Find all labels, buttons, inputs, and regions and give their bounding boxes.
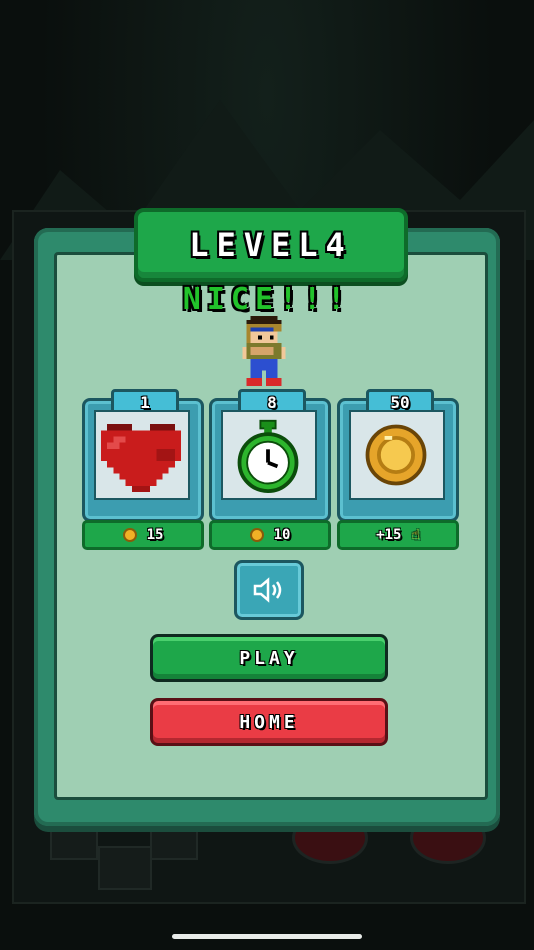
sound-toggle-button[interactable] xyxy=(234,560,304,620)
heart-icon xyxy=(101,424,181,492)
reward-card-stopwatch[interactable]: 8 xyxy=(209,389,331,522)
price-value: 10 xyxy=(273,527,291,543)
coin-icon xyxy=(249,528,264,542)
coin-icon xyxy=(365,424,427,486)
result-text: NICE!!! xyxy=(182,282,352,317)
dpad-left xyxy=(50,820,98,860)
dpad-down xyxy=(98,846,152,890)
play-button[interactable]: PLAY xyxy=(150,634,388,682)
price-tag-stopwatch[interactable]: 10 xyxy=(209,520,331,550)
price-tag-coins[interactable]: +15 ☝ xyxy=(337,520,459,550)
speaker-icon xyxy=(253,577,282,603)
level-banner: LEVEL4 xyxy=(134,208,408,282)
reward-card-hearts[interactable]: 1 xyxy=(82,389,204,522)
home-button[interactable]: HOME xyxy=(150,698,388,746)
price-tag-hearts[interactable]: 15 xyxy=(82,520,204,550)
reward-card-coins[interactable]: 50 xyxy=(337,389,459,522)
coin-icon xyxy=(122,528,137,542)
pointer-icon: ☝ xyxy=(411,527,420,543)
hero-character-icon xyxy=(242,316,286,386)
dpad-right xyxy=(150,820,198,860)
home-indicator[interactable] xyxy=(172,934,362,939)
price-value: +15 xyxy=(376,527,402,543)
stopwatch-icon xyxy=(237,419,299,493)
price-value: 15 xyxy=(146,527,164,543)
